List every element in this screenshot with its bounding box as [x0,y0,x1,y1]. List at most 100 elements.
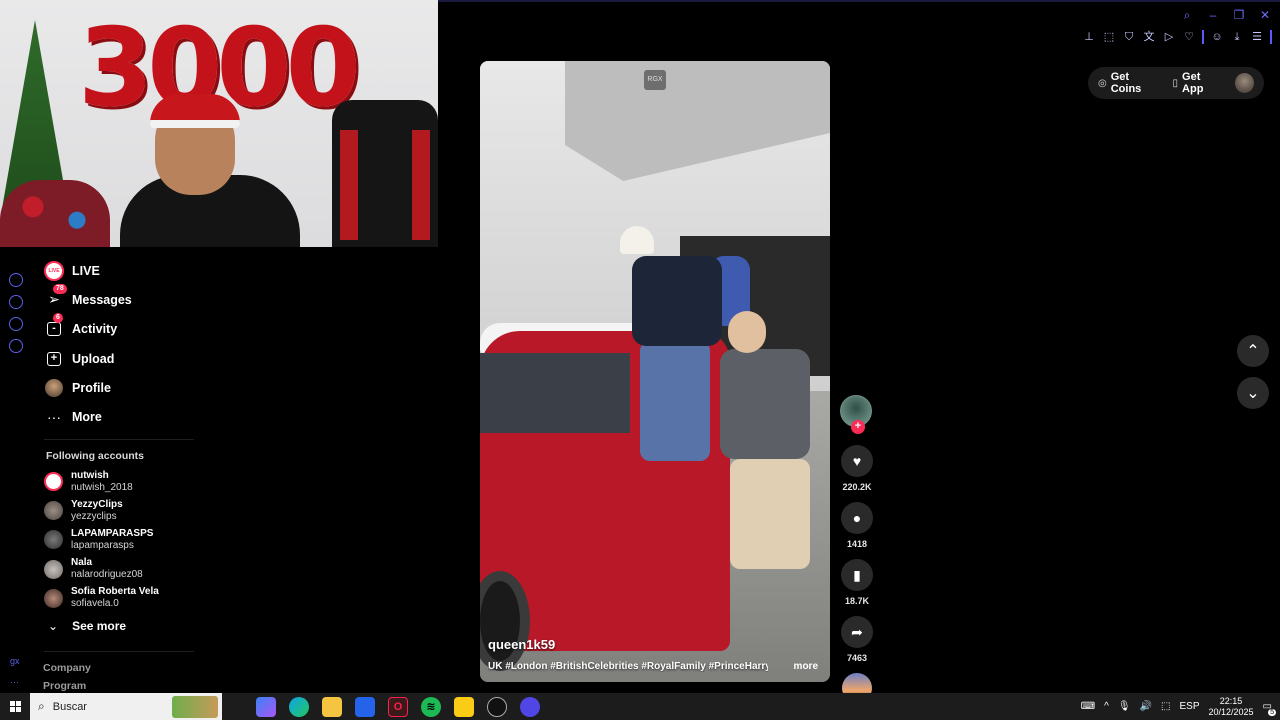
windows-taskbar: ⌕ Buscar O ≋ ⌨ ^ 🎙 🔊 ⬚ ESP 22:15 20/12/2… [0,693,1280,720]
more-icon: ··· [47,409,61,426]
avatar [44,588,63,608]
comment-icon: ● [852,510,862,526]
edge-icon[interactable] [289,696,309,717]
taskbar-search[interactable]: ⌕ Buscar [30,693,222,720]
bookmark-icon: ▮ [853,566,861,583]
account-handle: yezzyclips [71,510,117,522]
get-coins-button[interactable]: ◎ Get Coins [1098,71,1161,95]
sidebar-item-label: Messages [72,292,132,307]
sidebar-item-upload[interactable]: + Upload [44,344,194,373]
sidebar-item-messages[interactable]: ➢ 78 Messages [44,283,194,314]
toolbar-separator [1270,30,1272,44]
avatar [44,559,63,579]
microphone-icon[interactable]: 🎙 [1118,701,1131,712]
sidebar-item-activity[interactable]: -6 Activity [44,313,194,344]
volume-icon[interactable]: 🔊 [1140,701,1152,712]
shield-icon[interactable]: ⛉ [1122,30,1136,44]
get-app-button[interactable]: ▯ Get App [1173,71,1223,95]
sidebar-item-live[interactable]: LIVE LIVE [44,256,194,285]
play-icon[interactable]: ▷ [1162,30,1176,44]
like-button[interactable]: ♥ [841,445,873,477]
heart-icon: ♥ [852,453,862,469]
heart-icon[interactable]: ♡ [1182,30,1196,44]
following-account[interactable]: Nala nalarodriguez08 [44,555,204,584]
menu-icon[interactable]: ☰ [1250,30,1264,44]
sidebar-nav: LIVE LIVE ➢ 78 Messages -6 Activity + Upl… [44,256,194,432]
upload-icon: + [47,351,61,366]
network-icon[interactable]: ⬚ [1161,701,1170,712]
settings-icon[interactable] [9,339,23,353]
sidebar-item-profile[interactable]: Profile [44,373,194,402]
search-icon[interactable]: ⌕ [1180,8,1194,22]
minimize-icon[interactable]: – [1206,8,1220,22]
sidebar-item-label: Upload [72,351,115,366]
share-button[interactable]: ➦ [841,616,873,648]
video-player[interactable]: RGX queen1k59 UK #London #BritishCelebri… [480,61,830,682]
chevron-down-icon: ⌄ [48,619,59,633]
history-icon[interactable] [9,295,23,309]
discord-icon[interactable] [520,696,540,717]
user-avatar[interactable] [1234,73,1254,93]
gx-label[interactable]: gx [10,656,20,666]
more-dots-icon[interactable]: ··· [10,677,19,687]
search-placeholder: Buscar [52,700,87,713]
sidebar-item-label: Profile [72,380,111,395]
footer-link-company[interactable]: Company [43,662,91,674]
snapshot-icon[interactable]: ⬚ [1102,30,1116,44]
comment-count: 1418 [846,539,868,549]
header-actions: ◎ Get Coins ▯ Get App [1088,67,1264,99]
next-video-button[interactable]: ⌄ [1237,377,1269,409]
file-explorer-icon[interactable] [322,696,342,717]
opera-gx-icon[interactable]: O [388,696,408,717]
following-account[interactable]: nutwish nutwish_2018 [44,467,204,496]
system-tray: ⌨ ^ 🎙 🔊 ⬚ ESP 22:15 20/12/2025 ▭ 5 [1081,693,1280,720]
obs-icon[interactable] [487,696,507,717]
keyboard-icon[interactable]: ⌨ [1081,701,1095,712]
close-icon[interactable]: ✕ [1258,8,1272,22]
start-button[interactable] [0,693,30,720]
following-account[interactable]: Sofia Roberta Vela sofiavela.0 [44,584,204,613]
translate-icon[interactable]: 文 [1142,30,1156,44]
notifications-icon[interactable]: ▭ 5 [1263,701,1276,716]
account-icon[interactable]: ☺ [1210,30,1224,44]
following-account[interactable]: LAPAMPARASPS lapamparasps [44,525,204,554]
video-scene-car-window [480,353,630,433]
caption-more-button[interactable]: more [794,661,818,672]
windows-logo-icon [9,701,21,712]
chat-icon[interactable] [9,317,23,331]
search-icon: ⌕ [38,699,45,713]
maximize-icon[interactable]: ❐ [1232,8,1246,22]
account-handle: lapamparasps [71,539,134,551]
see-more-button[interactable]: ⌄ See more [48,619,126,633]
language-indicator[interactable]: ESP [1179,701,1199,712]
sidebar-item-more[interactable]: ··· More [44,402,194,431]
account-handle: sofiavela.0 [71,598,119,610]
comment-button[interactable]: ● [841,502,873,534]
player-icon[interactable] [9,273,23,287]
account-name: Sofia Roberta Vela [71,586,159,598]
messages-icon: ➢ [48,291,60,308]
follow-plus-icon[interactable]: + [851,420,865,434]
activity-icon: - [47,322,61,337]
account-handle: nutwish_2018 [71,481,133,493]
save-button[interactable]: ▮ [841,559,873,591]
following-account[interactable]: YezzyClips yezzyclips [44,496,204,525]
activity-badge: 6 [53,313,63,324]
creator-avatar[interactable]: + [840,395,872,434]
spotify-icon[interactable]: ≋ [421,696,441,717]
avatar [44,530,63,550]
see-more-label: See more [72,619,127,633]
footer-link-program[interactable]: Program [43,680,86,692]
get-coins-label: Get Coins [1110,71,1142,95]
download-icon[interactable]: ⤓ [1230,30,1244,44]
copilot-icon[interactable] [256,696,276,717]
store-icon[interactable] [355,696,375,717]
divider [44,439,194,440]
video-username[interactable]: queen1k59 [488,637,555,652]
streamer [120,94,310,247]
taskbar-clock[interactable]: 22:15 20/12/2025 [1209,696,1254,718]
pin-icon[interactable]: ⊥ [1082,30,1096,44]
sticky-notes-icon[interactable] [454,696,474,717]
previous-video-button[interactable]: ⌃ [1237,335,1269,367]
tray-chevron-up-icon[interactable]: ^ [1104,701,1109,712]
